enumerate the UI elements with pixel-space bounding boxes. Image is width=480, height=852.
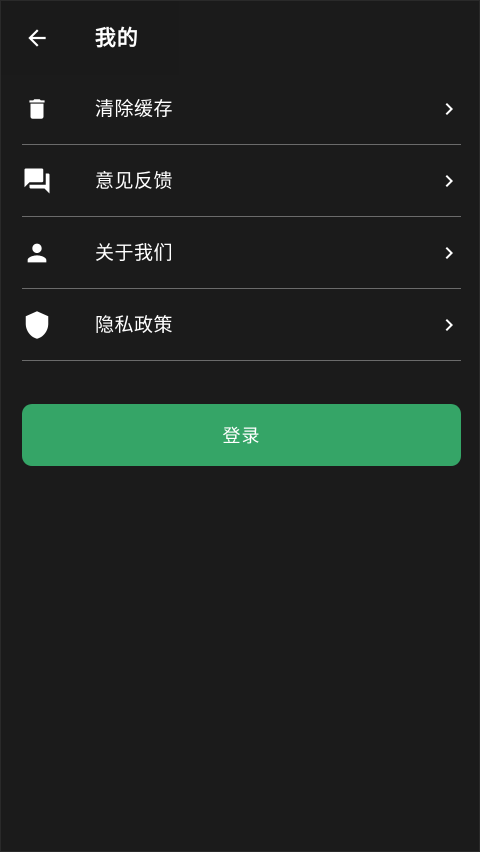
screen: 我的 清除缓存 意见反馈 关于我们 隐私政策 登录 [0,0,480,852]
menu-item-feedback[interactable]: 意见反馈 [1,145,480,217]
trash-icon [21,93,53,125]
person-icon [21,237,53,269]
shield-icon [21,309,53,341]
page-title: 我的 [95,26,139,50]
settings-menu: 清除缓存 意见反馈 关于我们 隐私政策 [1,73,480,361]
menu-item-label: 关于我们 [95,242,174,264]
menu-item-label: 隐私政策 [95,314,174,336]
chevron-right-icon [437,241,461,265]
chat-bubbles-icon [21,165,53,197]
menu-item-privacy-policy[interactable]: 隐私政策 [1,289,480,361]
login-button[interactable]: 登录 [22,404,461,466]
arrow-left-icon [28,29,46,47]
app-bar: 我的 [1,1,480,75]
menu-item-label: 清除缓存 [95,98,174,120]
menu-item-about-us[interactable]: 关于我们 [1,217,480,289]
menu-item-label: 意见反馈 [95,170,174,192]
menu-item-clear-cache[interactable]: 清除缓存 [1,73,480,145]
chevron-right-icon [437,169,461,193]
chevron-right-icon [437,313,461,337]
chevron-right-icon [437,97,461,121]
divider [22,360,461,361]
back-button[interactable] [15,16,59,60]
